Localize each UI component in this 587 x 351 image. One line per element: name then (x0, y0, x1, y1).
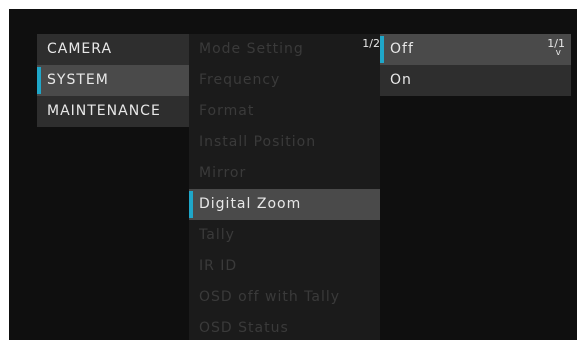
submenu-item-format[interactable]: Format (189, 96, 380, 127)
submenu-item-ir-id[interactable]: IR ID (189, 251, 380, 282)
scroll-down-icon: v (555, 48, 562, 58)
submenu-item-digital-zoom[interactable]: Digital Zoom (189, 189, 380, 220)
submenu-item-tally[interactable]: Tally (189, 220, 380, 251)
osd-screen: CAMERA SYSTEM MAINTENANCE 1/2 Mode Setti… (9, 9, 577, 340)
selection-marker (37, 67, 41, 94)
system-submenu: 1/2 Mode Setting Frequency Format Instal… (189, 34, 380, 340)
submenu-item-label: Digital Zoom (199, 196, 302, 212)
submenu-item-osd-off-with-tally[interactable]: OSD off with Tally (189, 282, 380, 313)
submenu-item-mirror[interactable]: Mirror (189, 158, 380, 189)
option-item-off[interactable]: Off (380, 34, 571, 65)
main-menu-item-maintenance[interactable]: MAINTENANCE (37, 96, 189, 127)
submenu-item-label: Format (199, 103, 255, 119)
submenu-item-osd-status[interactable]: OSD Status (189, 313, 380, 340)
submenu-item-label: Install Position (199, 134, 317, 150)
main-menu-item-label: CAMERA (47, 41, 113, 57)
option-item-label: Off (390, 41, 414, 57)
submenu-item-label: OSD Status (199, 320, 289, 336)
selection-marker (189, 191, 193, 218)
submenu-item-mode-setting[interactable]: Mode Setting (189, 34, 380, 65)
main-menu-item-label: MAINTENANCE (47, 103, 161, 119)
option-menu: Off On 1/1 v (380, 34, 571, 96)
submenu-item-label: IR ID (199, 258, 238, 274)
main-menu-item-system[interactable]: SYSTEM (37, 65, 189, 96)
submenu-item-install-position[interactable]: Install Position (189, 127, 380, 158)
main-menu-item-camera[interactable]: CAMERA (37, 34, 189, 65)
submenu-item-frequency[interactable]: Frequency (189, 65, 380, 96)
option-item-on[interactable]: On (380, 65, 571, 96)
option-item-label: On (390, 72, 412, 88)
submenu-item-label: Mirror (199, 165, 247, 181)
selection-marker (380, 36, 384, 63)
main-menu-item-label: SYSTEM (47, 72, 109, 88)
main-menu: CAMERA SYSTEM MAINTENANCE (37, 34, 189, 127)
submenu-item-label: Tally (199, 227, 235, 243)
submenu-item-label: OSD off with Tally (199, 289, 341, 305)
submenu-item-label: Mode Setting (199, 41, 304, 57)
submenu-item-label: Frequency (199, 72, 281, 88)
